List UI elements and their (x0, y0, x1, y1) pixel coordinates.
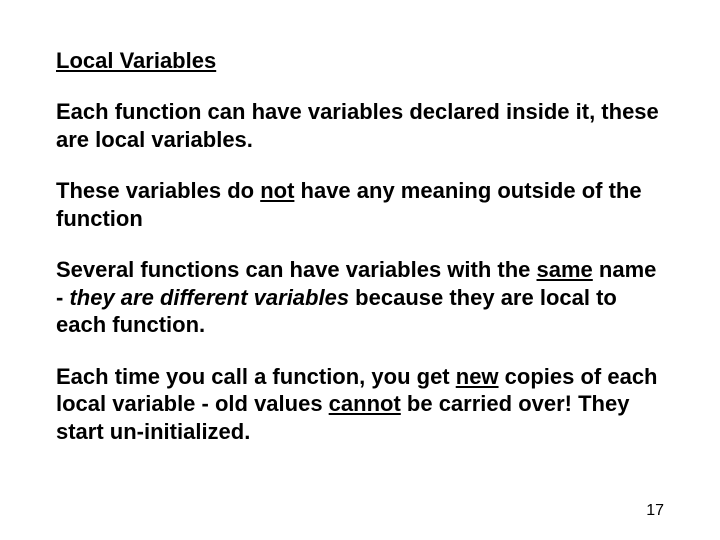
slide-title: Local Variables (56, 48, 664, 74)
paragraph-1: Each function can have variables declare… (56, 98, 664, 153)
underline-cannot: cannot (329, 391, 401, 416)
paragraph-2: These variables do not have any meaning … (56, 177, 664, 232)
underline-new: new (456, 364, 499, 389)
paragraph-4: Each time you call a function, you get n… (56, 363, 664, 446)
text: Several functions can have variables wit… (56, 257, 537, 282)
slide: Local Variables Each function can have v… (0, 0, 720, 540)
paragraph-3: Several functions can have variables wit… (56, 256, 664, 339)
text: These variables do (56, 178, 260, 203)
italic-different: they are different variables (69, 285, 349, 310)
text: Each time you call a function, you get (56, 364, 456, 389)
underline-same: same (537, 257, 593, 282)
underline-not: not (260, 178, 294, 203)
page-number: 17 (646, 502, 664, 520)
